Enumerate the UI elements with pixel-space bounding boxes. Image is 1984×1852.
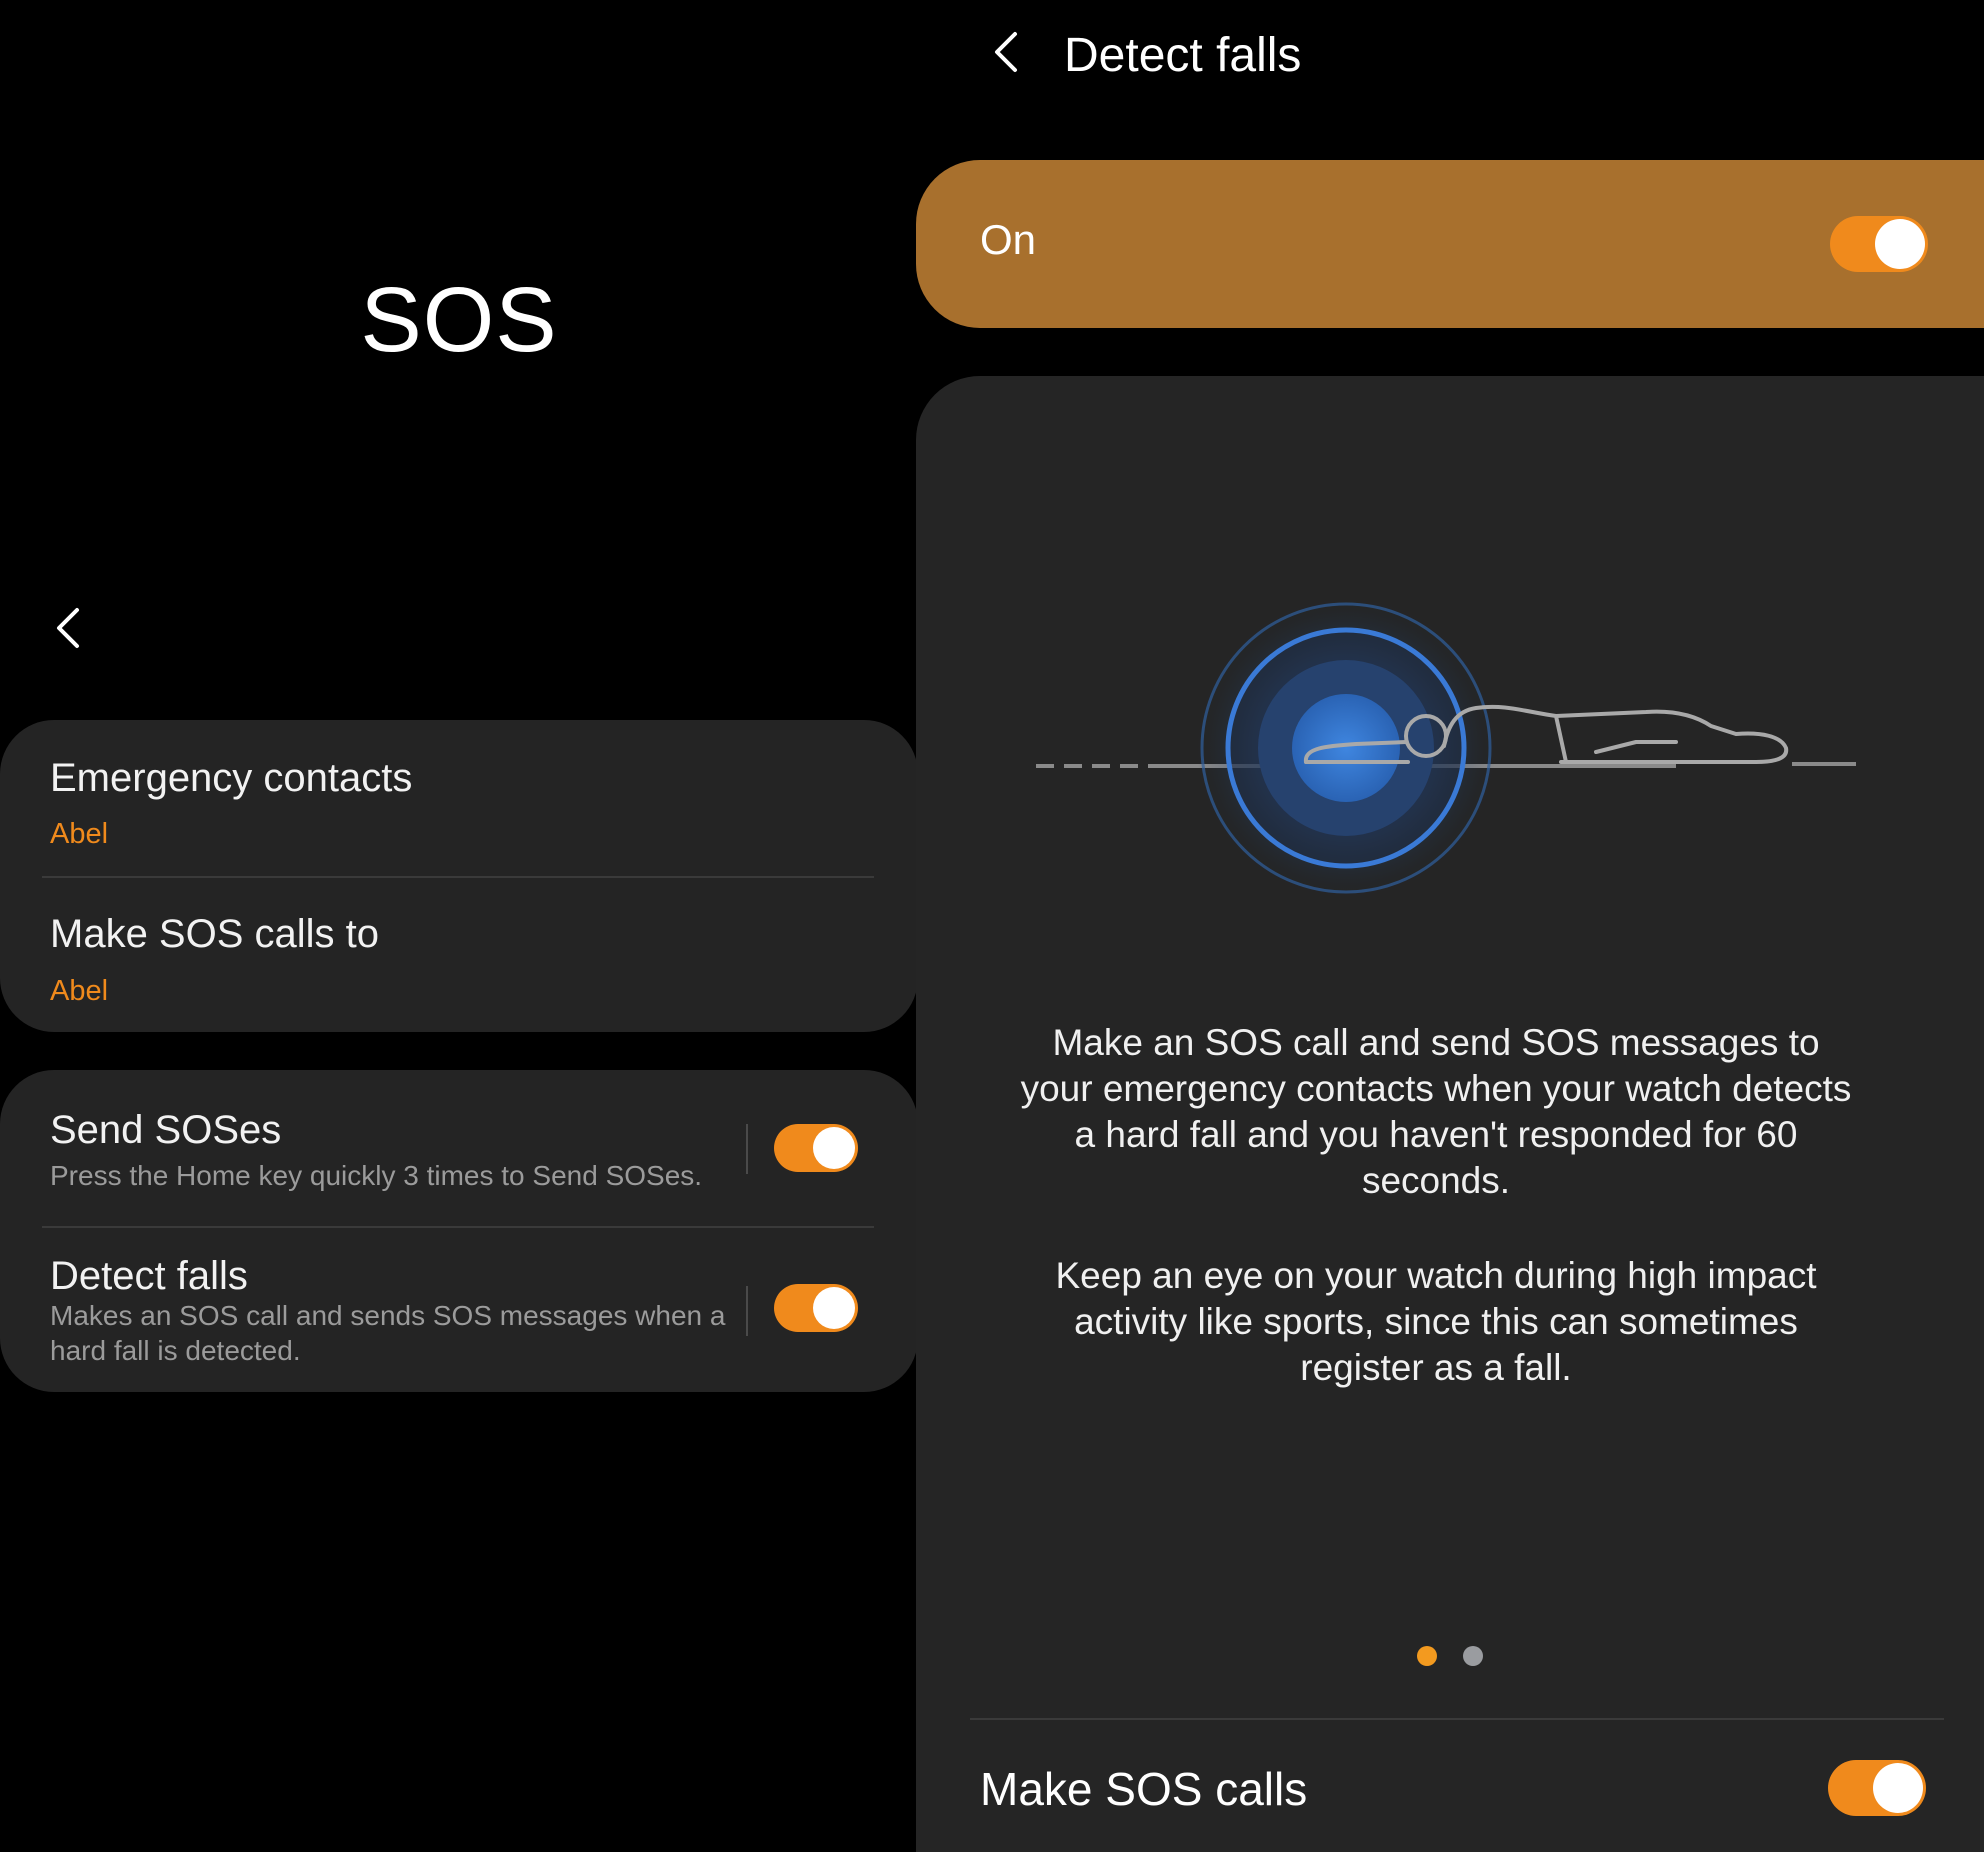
detect-falls-toggle[interactable] <box>774 1284 858 1332</box>
separator <box>746 1124 748 1174</box>
send-soses-description: Press the Home key quickly 3 times to Se… <box>50 1160 703 1191</box>
make-sos-calls-toggle[interactable] <box>1828 1760 1926 1816</box>
detect-falls-screen: Detect falls On Make an SOS call and sen… <box>916 0 1984 1852</box>
back-button[interactable] <box>976 22 1036 82</box>
detail-card: Make an SOS call and send SOS messages t… <box>916 376 1984 1852</box>
detect-falls-item[interactable]: Detect falls Makes an SOS call and sends… <box>0 1228 918 1392</box>
make-sos-calls-to-value: Abel <box>50 975 109 1007</box>
info-paragraph: Make an SOS call and send SOS messages t… <box>1020 1022 1852 1201</box>
fall-detection-illustration <box>1036 576 1896 906</box>
master-switch-label: On <box>980 216 1037 263</box>
emergency-contacts-value: Abel <box>50 818 109 850</box>
toggle-knob <box>813 1127 855 1169</box>
send-soses-label: Send SOSes <box>50 1108 282 1152</box>
master-switch-toggle[interactable] <box>1830 216 1928 272</box>
send-soses-item[interactable]: Send SOSes Press the Home key quickly 3 … <box>0 1070 918 1226</box>
page-dot-active <box>1417 1646 1437 1666</box>
separator <box>746 1286 748 1336</box>
page-dot <box>1463 1646 1483 1666</box>
make-sos-calls-to-label: Make SOS calls to <box>50 912 380 956</box>
toggle-knob <box>1873 1763 1923 1813</box>
toggle-knob <box>813 1287 855 1329</box>
detect-falls-description: Makes an SOS call and sends SOS messages… <box>50 1300 726 1366</box>
page-indicator <box>916 1646 1984 1666</box>
send-soses-toggle[interactable] <box>774 1124 858 1172</box>
contacts-card: Emergency contacts Abel Make SOS calls t… <box>0 720 918 1032</box>
chevron-left-icon <box>991 30 1021 74</box>
make-sos-calls-label: Make SOS calls <box>980 1763 1308 1815</box>
master-switch-bar[interactable]: On <box>916 160 1984 328</box>
toggle-knob <box>1875 219 1925 269</box>
page-title: Detect falls <box>1064 29 1302 82</box>
sos-settings-screen: SOS Emergency contacts Abel Make SOS cal… <box>0 0 918 1852</box>
emergency-contacts-item[interactable]: Emergency contacts Abel <box>0 720 918 876</box>
divider <box>970 1718 1944 1720</box>
info-paragraph: Keep an eye on your watch during high im… <box>1055 1255 1817 1388</box>
sos-options-card: Send SOSes Press the Home key quickly 3 … <box>0 1070 918 1392</box>
emergency-contacts-label: Emergency contacts <box>50 756 413 800</box>
detect-falls-label: Detect falls <box>50 1254 248 1298</box>
chevron-left-icon <box>53 606 83 650</box>
make-sos-calls-to-item[interactable]: Make SOS calls to Abel <box>0 878 918 1032</box>
back-button[interactable] <box>38 598 98 658</box>
page-title: SOS <box>360 269 558 371</box>
